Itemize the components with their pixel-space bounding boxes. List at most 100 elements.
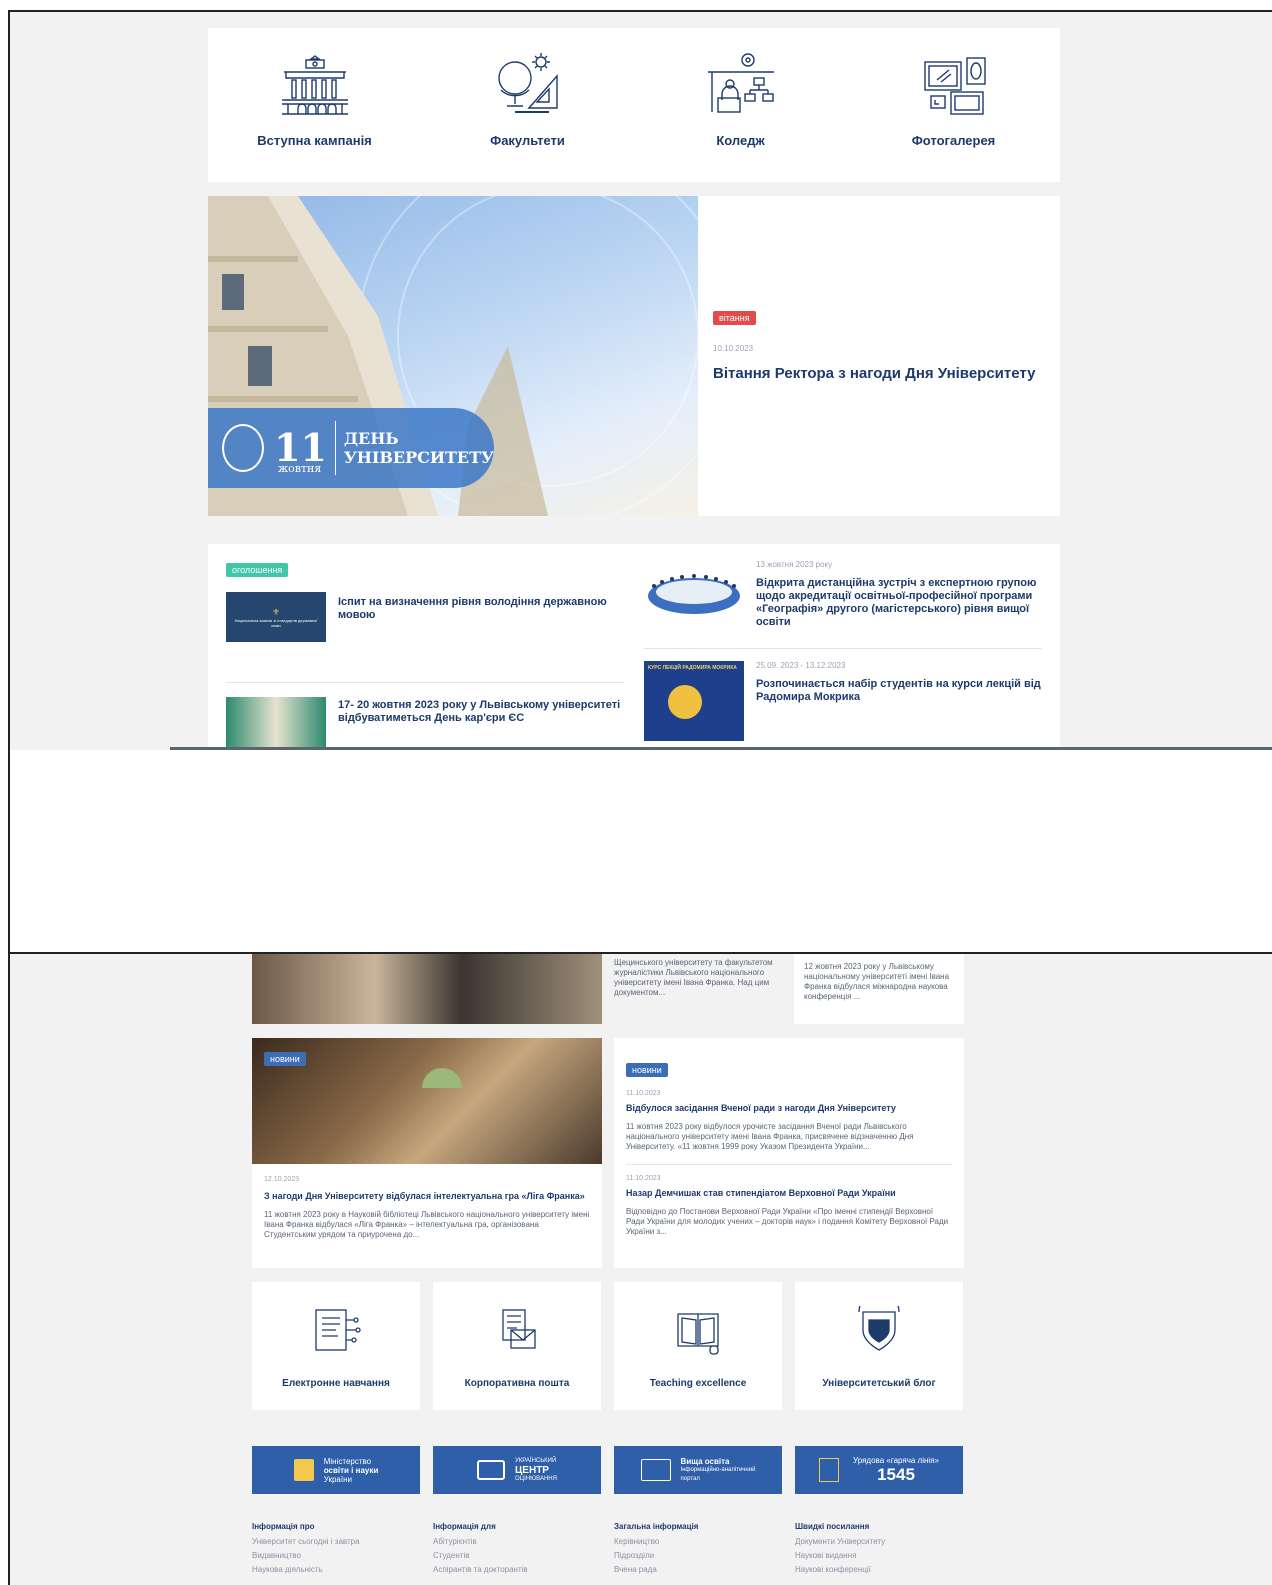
news-excerpt: 11 жовтня 2023 року відбулося урочисте з… — [626, 1122, 914, 1151]
quick-link-label: Фотогалерея — [911, 133, 996, 148]
quick-link-faculties[interactable]: Факультети — [421, 28, 634, 182]
news-excerpt: Щецинського університету та факультетом … — [614, 958, 773, 997]
news-card-partial[interactable]: 12 жовтня 2023 року у Львівському націон… — [794, 954, 964, 1024]
trident-icon — [293, 1459, 314, 1481]
university-day-badge: 11 жовтня ДЕНЬ УНІВЕРСИТЕТУ — [208, 408, 494, 488]
service-university-blog[interactable]: Університетський блог — [795, 1282, 963, 1410]
book-logo-icon — [477, 1460, 505, 1480]
hero-slider[interactable]: 11 жовтня ДЕНЬ УНІВЕРСИТЕТУ вітання 10.1… — [208, 196, 1060, 516]
news-excerpt: Відповідно до Постанови Верховної Ради У… — [626, 1207, 949, 1236]
news-thumbnail — [644, 560, 744, 630]
news-item[interactable]: КУРС ЛЕКЦІЙ РАДОМИРА МОКРИКА 25.09. 2023… — [644, 661, 1042, 741]
footer-link[interactable]: Видавництво — [252, 1551, 422, 1560]
news-item[interactable]: ⚜ Національна комісія зі стандартів держ… — [226, 592, 624, 642]
news-title: Відбулося засідання Вченої ради з нагоди… — [626, 1103, 896, 1113]
footer-link[interactable]: Наукова діяльність — [252, 1565, 422, 1574]
footer-column-about: Інформація про Університет сьогодні і за… — [252, 1522, 422, 1579]
service-teaching-excellence[interactable]: Teaching excellence — [614, 1282, 782, 1410]
badge-title-line2: УНІВЕРСИТЕТУ — [343, 448, 494, 467]
banner-testing-center[interactable]: УКРАЇНСЬКИЙ ЦЕНТР ОЦІНЮВАННЯ — [433, 1446, 601, 1494]
service-e-learning[interactable]: Електронне навчання — [252, 1282, 420, 1410]
hero-text: вітання 10.10.2023 Вітання Ректора з наг… — [713, 308, 1053, 382]
announcements-right: 13 жовтня 2023 року Відкрита дистанційна… — [644, 560, 1042, 741]
footer-link[interactable]: Університет сьогодні і завтра — [252, 1537, 422, 1546]
picture-frames-icon — [923, 57, 986, 115]
service-label: Teaching excellence — [649, 1378, 747, 1389]
bottom-screenshot: Щецинського університету та факультетом … — [10, 954, 1272, 1585]
footer-link[interactable]: Студентів — [433, 1551, 603, 1560]
quick-link-college[interactable]: Коледж — [634, 28, 847, 182]
news-excerpt: 12 жовтня 2023 року у Львівському націон… — [804, 962, 950, 1001]
service-label: Корпоративна пошта — [464, 1378, 570, 1389]
news-title: Розпочинається набір студентів на курси … — [756, 678, 1041, 703]
footer-link[interactable]: Вчена рада — [614, 1565, 784, 1574]
badge-title-line1: ДЕНЬ — [343, 429, 399, 448]
teacher-org-chart-icon — [707, 53, 774, 113]
footer-link[interactable]: Підрозділи — [614, 1551, 784, 1560]
quick-link-gallery[interactable]: Фотогалерея — [847, 28, 1060, 182]
footer-link[interactable]: Наукові видання — [795, 1551, 965, 1560]
news-title: Відкрита дистанційна зустріч з експертно… — [756, 577, 1037, 628]
footer-link[interactable]: Абітурієнтів — [433, 1537, 603, 1546]
news-image: новини — [252, 1038, 602, 1164]
news-card-partial[interactable]: Щецинського університету та факультетом … — [614, 954, 782, 1024]
news-item[interactable]: 11.10.2023 Назар Демчишак став стипендіа… — [626, 1175, 952, 1237]
hero-image: 11 жовтня ДЕНЬ УНІВЕРСИТЕТУ — [208, 196, 698, 516]
category-tag[interactable]: новини — [626, 1063, 668, 1077]
category-tag[interactable]: оголошення — [226, 563, 289, 577]
university-crest-icon — [858, 1306, 900, 1351]
news-date: 13 жовтня 2023 року — [756, 560, 833, 569]
footer-link[interactable]: Документи Університету — [795, 1537, 965, 1546]
news-title: Назар Демчишак став стипендіатом Верховн… — [626, 1188, 896, 1198]
news-thumbnail: ⚜ Національна комісія зі стандартів держ… — [226, 592, 326, 642]
quick-links-bar: Вступна кампанія Факультети Коледж Фотог… — [208, 28, 1060, 182]
quick-link-label: Факультети — [490, 133, 565, 148]
feature-news-card[interactable]: новини 12.10.2023 З нагоди Дня Університ… — [252, 1038, 602, 1268]
announcements-block: оголошення ⚜ Національна комісія зі стан… — [208, 544, 1060, 750]
trident-icon — [819, 1458, 840, 1482]
globe-icon — [640, 1459, 671, 1481]
category-tag[interactable]: вітання — [713, 311, 756, 325]
university-seal-icon — [222, 424, 265, 472]
news-date: 12.10.2023 — [264, 1176, 300, 1183]
banner-higher-education[interactable]: Вища освіта Інформаційно-аналітичний пор… — [614, 1446, 782, 1494]
globe-ruler-icon — [497, 53, 558, 113]
screenshot-frame: Вступна кампанія Факультети Коледж Фотог… — [8, 10, 1272, 1585]
blank-gap — [10, 750, 1272, 952]
news-date: 25.09. 2023 - 13.12.2023 — [756, 661, 846, 670]
news-item[interactable]: 17- 20 жовтня 2023 року у Львівському ун… — [226, 697, 624, 747]
hero-title[interactable]: Вітання Ректора з нагоди Дня Університет… — [713, 365, 1053, 382]
news-list-card: новини 11.10.2023 Відбулося засідання Вч… — [614, 1038, 964, 1268]
footer-column-for: Інформація для Абітурієнтів Студентів Ас… — [433, 1522, 603, 1579]
news-thumbnail — [226, 697, 326, 747]
news-image[interactable] — [252, 954, 602, 1024]
news-thumbnail: КУРС ЛЕКЦІЙ РАДОМИРА МОКРИКА — [644, 661, 744, 741]
footer-column-general: Загальна інформація Керівництво Підрозді… — [614, 1522, 784, 1579]
quick-link-label: Коледж — [716, 133, 765, 148]
service-label: Електронне навчання — [282, 1378, 390, 1389]
banner-ministry-education[interactable]: Міністерство освіти і науки України — [252, 1446, 420, 1494]
quick-link-admission[interactable]: Вступна кампанія — [208, 28, 421, 182]
footer-link[interactable]: Аспірантів та докторантів — [433, 1565, 603, 1574]
footer-link[interactable]: Керівництво — [614, 1537, 784, 1546]
book-icon — [677, 1313, 719, 1355]
news-title: З нагоди Дня Університету відбулася інте… — [264, 1191, 585, 1201]
category-tag[interactable]: новини — [264, 1052, 306, 1066]
news-title: 17- 20 жовтня 2023 року у Львівському ун… — [338, 699, 621, 724]
service-label: Університетський блог — [822, 1378, 936, 1389]
news-item[interactable]: 13 жовтня 2023 року Відкрита дистанційна… — [644, 560, 1042, 630]
service-corporate-mail[interactable]: Корпоративна пошта — [433, 1282, 601, 1410]
footer-column-quick: Швидкі посилання Документи Університету … — [795, 1522, 965, 1579]
announcements-left: оголошення ⚜ Національна комісія зі стан… — [226, 560, 624, 747]
banner-hotline[interactable]: Урядова «гаряча лінія» 1545 — [795, 1446, 963, 1494]
news-excerpt: 11 жовтня 2023 року в Науковій бібліотец… — [264, 1210, 590, 1239]
hero-date: 10.10.2023 — [713, 344, 754, 353]
footer-link[interactable]: Наукові конференції — [795, 1565, 965, 1574]
news-item[interactable]: 11.10.2023 Відбулося засідання Вченої ра… — [626, 1090, 952, 1152]
university-building-icon — [281, 55, 348, 115]
quick-link-label: Вступна кампанія — [257, 133, 372, 148]
top-screenshot: Вступна кампанія Факультети Коледж Фотог… — [10, 12, 1272, 750]
mail-document-icon — [502, 1309, 536, 1349]
e-learning-icon — [315, 1309, 361, 1351]
news-title: Іспит на визначення рівня володіння держ… — [338, 596, 607, 621]
